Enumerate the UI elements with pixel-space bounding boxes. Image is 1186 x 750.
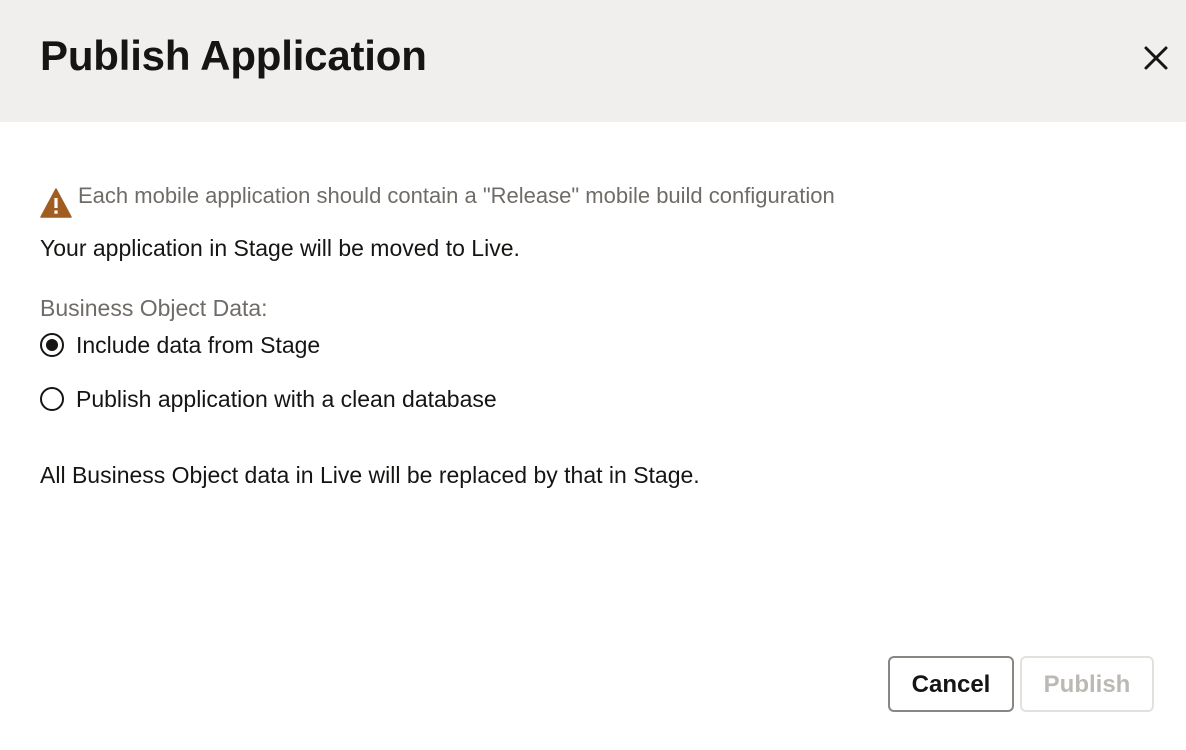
- replacement-note: All Business Object data in Live will be…: [40, 462, 700, 488]
- radio-label: Publish application with a clean databas…: [76, 386, 497, 412]
- publish-button[interactable]: Publish: [1020, 656, 1154, 712]
- publish-application-dialog: Publish Application Each mobile applicat…: [0, 0, 1186, 750]
- dialog-title: Publish Application: [40, 32, 427, 79]
- cancel-button[interactable]: Cancel: [888, 656, 1014, 712]
- close-button[interactable]: [1138, 40, 1174, 76]
- info-text: Your application in Stage will be moved …: [40, 235, 520, 261]
- radio-button-unchecked[interactable]: [40, 387, 64, 411]
- business-object-data-label: Business Object Data:: [40, 295, 268, 321]
- close-icon: [1138, 40, 1174, 76]
- warning-icon: [40, 188, 72, 218]
- radio-button-checked[interactable]: [40, 333, 64, 357]
- radio-label: Include data from Stage: [76, 332, 321, 358]
- warning-text: Each mobile application should contain a…: [78, 183, 835, 208]
- dialog-header: Publish Application: [0, 0, 1186, 122]
